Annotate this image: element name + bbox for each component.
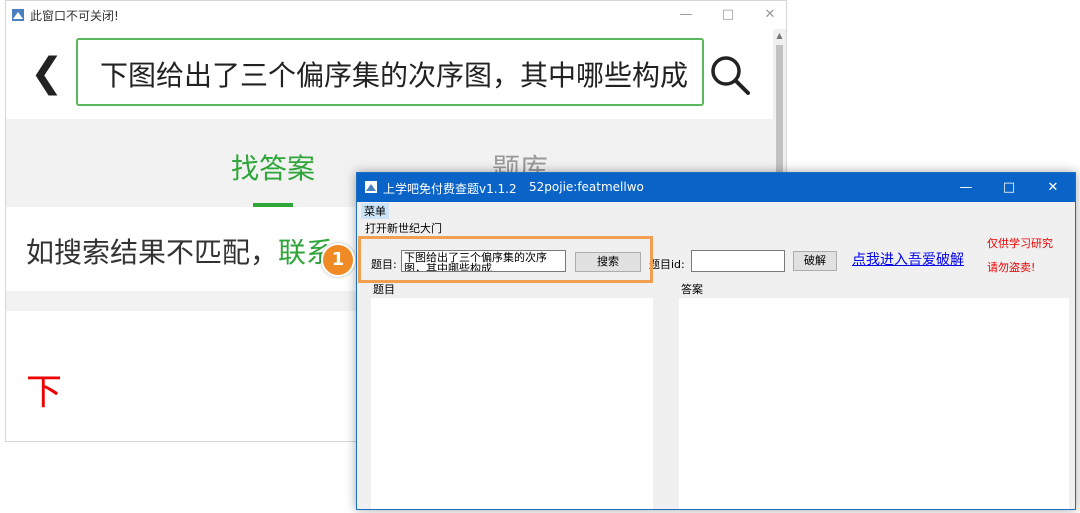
step-badge: 1 bbox=[321, 243, 355, 277]
close-button[interactable]: ✕ bbox=[1041, 178, 1065, 198]
background-titlebar: 此窗口不可关闭! — □ ✕ bbox=[6, 1, 786, 29]
question-textarea[interactable] bbox=[371, 298, 653, 509]
warning-text: 仅供学习研究 bbox=[987, 237, 1053, 250]
window-subtitle: 52pojie:featmellwo bbox=[529, 180, 644, 194]
minimize-button[interactable]: — bbox=[674, 5, 698, 25]
question-id-input[interactable] bbox=[691, 250, 785, 272]
question-area-label: 题目 bbox=[373, 283, 395, 296]
highlight-callout-box bbox=[358, 236, 653, 283]
answer-area-label: 答案 bbox=[681, 283, 703, 296]
search-icon[interactable] bbox=[708, 53, 752, 97]
app-icon bbox=[12, 9, 24, 21]
search-input[interactable]: 下图给出了三个偏序集的次序图，其中哪些构成 bbox=[76, 38, 704, 106]
search-input-text: 下图给出了三个偏序集的次序图，其中哪些构成 bbox=[100, 59, 689, 92]
app-icon bbox=[365, 181, 377, 193]
query-tool-window: 上学吧免付费查题v1.1.2 52pojie:featmellwo — □ ✕ … bbox=[356, 172, 1076, 510]
question-id-label: 题目id: bbox=[649, 258, 685, 271]
close-button[interactable]: ✕ bbox=[758, 5, 782, 25]
window-title: 上学吧免付费查题v1.1.2 bbox=[383, 182, 517, 196]
tab-find-answer[interactable]: 找答案 bbox=[231, 147, 315, 187]
portal-label[interactable]: 打开新世纪大门 bbox=[365, 220, 442, 236]
answer-textarea[interactable] bbox=[679, 298, 1069, 509]
warning-text: 请勿盗卖! bbox=[987, 261, 1036, 274]
minimize-button[interactable]: — bbox=[954, 178, 978, 198]
maximize-button[interactable]: □ bbox=[997, 178, 1021, 198]
maximize-button[interactable]: □ bbox=[716, 5, 740, 25]
result-text: 下 bbox=[26, 372, 63, 413]
crack-button[interactable]: 破解 bbox=[793, 251, 837, 271]
notice-text: 如搜索结果不匹配， bbox=[26, 236, 279, 269]
query-tool-titlebar: 上学吧免付费查题v1.1.2 52pojie:featmellwo — □ ✕ bbox=[357, 173, 1075, 202]
background-window-title: 此窗口不可关闭! bbox=[30, 9, 119, 23]
scroll-up-icon[interactable]: ▲ bbox=[773, 29, 786, 43]
menu-item[interactable]: 菜单 bbox=[361, 203, 389, 219]
back-arrow-icon[interactable]: ❮ bbox=[30, 49, 64, 97]
menu-bar: 菜单 bbox=[357, 202, 1075, 219]
result-text: 一 bbox=[26, 429, 62, 441]
crack-forum-link[interactable]: 点我进入吾爱破解 bbox=[852, 249, 964, 269]
mismatch-notice: 如搜索结果不匹配，联系 bbox=[26, 231, 334, 271]
active-tab-indicator bbox=[253, 203, 293, 207]
